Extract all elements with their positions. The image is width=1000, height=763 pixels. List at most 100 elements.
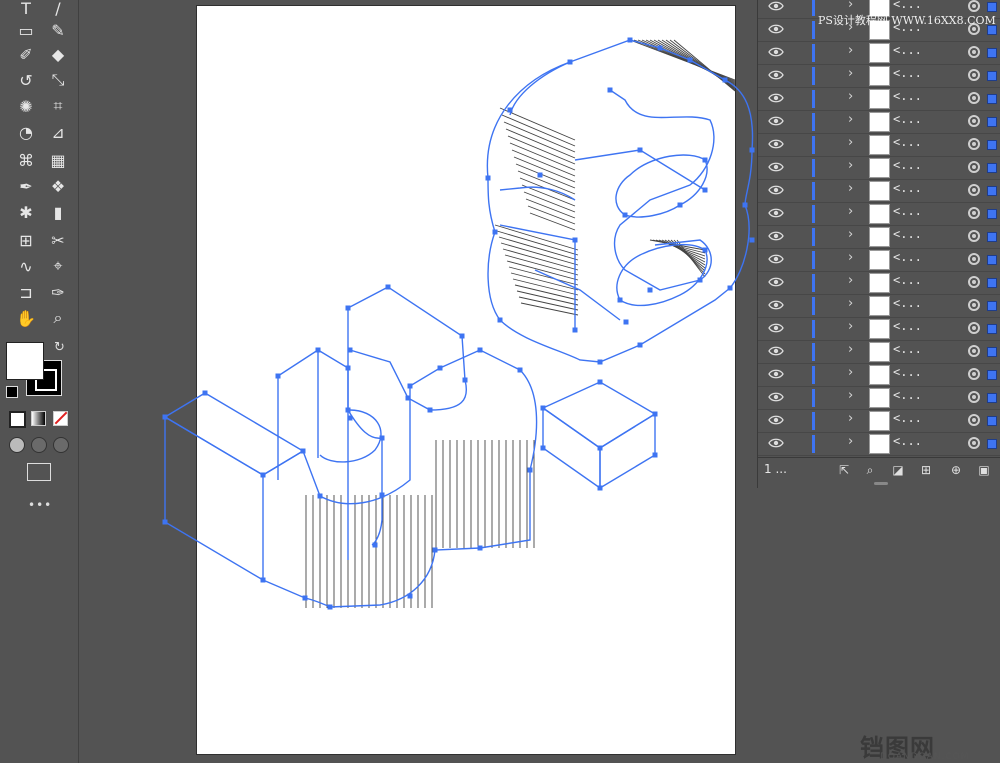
- expand-chevron-icon[interactable]: ›: [848, 0, 853, 12]
- layer-row[interactable]: › <...: [758, 340, 1000, 364]
- anchor-point[interactable]: [507, 107, 513, 113]
- expand-chevron-icon[interactable]: ›: [848, 227, 853, 242]
- selection-indicator[interactable]: [987, 209, 997, 219]
- target-circle-icon[interactable]: [968, 138, 980, 150]
- expand-chevron-icon[interactable]: ›: [848, 250, 853, 265]
- layer-name[interactable]: <...: [893, 365, 922, 379]
- anchor-point[interactable]: [597, 485, 603, 491]
- anchor-point[interactable]: [492, 229, 498, 235]
- selection-indicator[interactable]: [987, 117, 997, 127]
- visibility-eye-icon[interactable]: [768, 391, 784, 403]
- expand-chevron-icon[interactable]: ›: [848, 365, 853, 380]
- anchor-point[interactable]: [385, 284, 391, 290]
- anchor-point[interactable]: [652, 411, 658, 417]
- letter-u-outline[interactable]: [262, 349, 538, 608]
- anchor-point[interactable]: [637, 147, 643, 153]
- layer-name[interactable]: <...: [893, 204, 922, 218]
- expand-chevron-icon[interactable]: ›: [848, 66, 853, 81]
- panel-resize-grip[interactable]: [874, 482, 888, 485]
- anchor-point[interactable]: [497, 317, 503, 323]
- visibility-eye-icon[interactable]: [768, 345, 784, 357]
- anchor-point[interactable]: [647, 287, 653, 293]
- anchor-point[interactable]: [162, 414, 168, 420]
- new-sublayer-icon[interactable]: ⊞: [918, 462, 934, 478]
- anchor-point[interactable]: [485, 175, 491, 181]
- anchor-point[interactable]: [405, 395, 411, 401]
- selection-indicator[interactable]: [987, 439, 997, 449]
- selection-indicator[interactable]: [987, 324, 997, 334]
- anchor-point[interactable]: [749, 147, 755, 153]
- visibility-eye-icon[interactable]: [768, 414, 784, 426]
- visibility-eye-icon[interactable]: [768, 115, 784, 127]
- anchor-point[interactable]: [657, 45, 663, 51]
- anchor-point[interactable]: [623, 319, 629, 325]
- u-left-stem[interactable]: [277, 308, 349, 480]
- target-circle-icon[interactable]: [968, 92, 980, 104]
- expand-chevron-icon[interactable]: ›: [848, 158, 853, 173]
- selection-indicator[interactable]: [987, 393, 997, 403]
- anchor-point[interactable]: [407, 383, 413, 389]
- anchor-point[interactable]: [742, 202, 748, 208]
- anchor-point[interactable]: [437, 365, 443, 371]
- anchor-point[interactable]: [345, 305, 351, 311]
- expand-chevron-icon[interactable]: ›: [848, 296, 853, 311]
- layer-row[interactable]: › <...: [758, 202, 1000, 226]
- selection-indicator[interactable]: [987, 416, 997, 426]
- expand-chevron-icon[interactable]: ›: [848, 319, 853, 334]
- anchor-point[interactable]: [315, 347, 321, 353]
- layer-row[interactable]: › <...: [758, 409, 1000, 433]
- visibility-eye-icon[interactable]: [768, 69, 784, 81]
- selection-indicator[interactable]: [987, 2, 997, 12]
- anchor-point[interactable]: [540, 445, 546, 451]
- anchor-point[interactable]: [202, 390, 208, 396]
- anchor-point[interactable]: [275, 373, 281, 379]
- left-block-front[interactable]: [164, 415, 264, 582]
- visibility-eye-icon[interactable]: [768, 0, 784, 12]
- expand-chevron-icon[interactable]: ›: [848, 181, 853, 196]
- layer-row[interactable]: › <...: [758, 271, 1000, 295]
- layer-row[interactable]: › <...: [758, 317, 1000, 341]
- cube-top[interactable]: [541, 381, 657, 449]
- layer-name[interactable]: <...: [893, 273, 922, 287]
- layer-name[interactable]: <...: [893, 181, 922, 195]
- target-circle-icon[interactable]: [968, 322, 980, 334]
- target-circle-icon[interactable]: [968, 345, 980, 357]
- expand-chevron-icon[interactable]: ›: [848, 135, 853, 150]
- visibility-eye-icon[interactable]: [768, 368, 784, 380]
- target-circle-icon[interactable]: [968, 299, 980, 311]
- selection-indicator[interactable]: [987, 140, 997, 150]
- anchor-point[interactable]: [537, 172, 543, 178]
- anchor-point[interactable]: [597, 379, 603, 385]
- letter-u-inner[interactable]: [277, 349, 383, 560]
- anchor-point[interactable]: [722, 77, 728, 83]
- anchor-point[interactable]: [427, 407, 433, 413]
- anchor-point[interactable]: [327, 604, 333, 610]
- selection-indicator[interactable]: [987, 186, 997, 196]
- layer-row[interactable]: › <...: [758, 248, 1000, 272]
- layer-row[interactable]: › <...: [758, 225, 1000, 249]
- layer-name[interactable]: <...: [893, 158, 922, 172]
- layer-row[interactable]: › <...: [758, 363, 1000, 387]
- layer-row[interactable]: › <...: [758, 110, 1000, 134]
- anchor-point[interactable]: [527, 467, 533, 473]
- expand-chevron-icon[interactable]: ›: [848, 388, 853, 403]
- anchor-point[interactable]: [540, 405, 546, 411]
- expand-chevron-icon[interactable]: ›: [848, 204, 853, 219]
- cube-front[interactable]: [542, 406, 601, 490]
- layer-name[interactable]: <...: [893, 66, 922, 80]
- locate-object-icon[interactable]: ⌕: [862, 462, 878, 478]
- visibility-eye-icon[interactable]: [768, 230, 784, 242]
- anchor-point[interactable]: [347, 415, 353, 421]
- anchor-point[interactable]: [677, 202, 683, 208]
- target-circle-icon[interactable]: [968, 0, 980, 12]
- anchor-point[interactable]: [572, 237, 578, 243]
- layer-row[interactable]: › <...: [758, 179, 1000, 203]
- layer-row[interactable]: › <...: [758, 156, 1000, 180]
- anchor-point[interactable]: [702, 187, 708, 193]
- delete-layer-icon[interactable]: ▣: [976, 462, 992, 478]
- target-circle-icon[interactable]: [968, 276, 980, 288]
- target-circle-icon[interactable]: [968, 207, 980, 219]
- layer-row[interactable]: › <...: [758, 41, 1000, 65]
- expand-chevron-icon[interactable]: ›: [848, 112, 853, 127]
- visibility-eye-icon[interactable]: [768, 161, 784, 173]
